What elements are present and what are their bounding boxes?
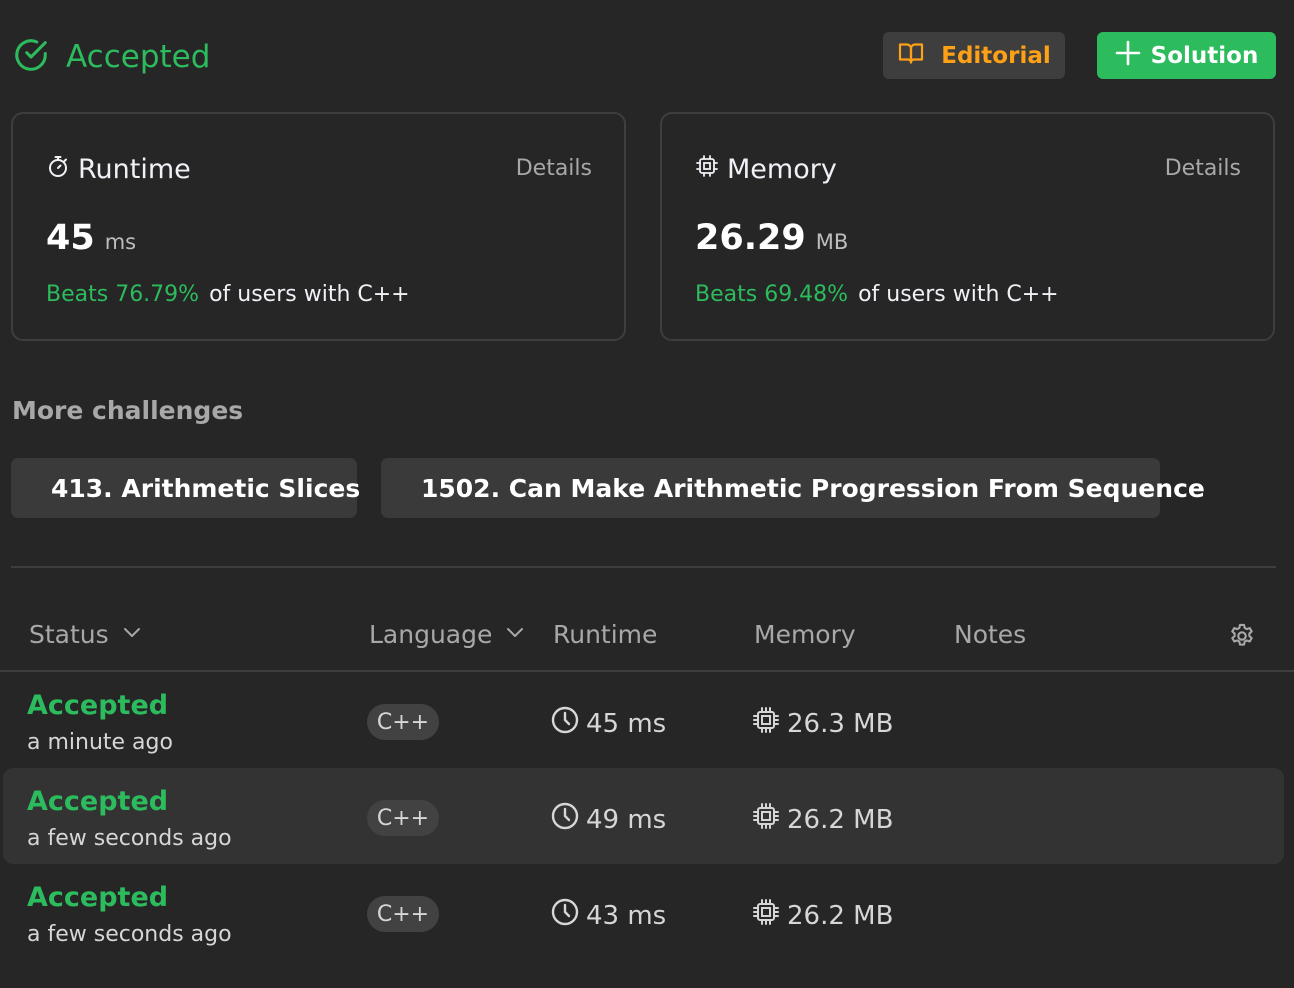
runtime-column-header: Runtime [553,620,658,649]
runtime-card-title: Runtime [46,154,191,185]
more-challenges-title: More challenges [12,396,244,425]
add-solution-button[interactable]: Solution [1097,32,1276,79]
row-runtime-value: 45 ms [586,708,667,739]
clock-icon [550,801,586,838]
row-runtime: 49 ms [550,801,666,838]
row-status[interactable]: Accepted [27,882,168,913]
book-open-icon [897,39,941,73]
challenge-label: 1502. Can Make Arithmetic Progression Fr… [421,473,1205,503]
runtime-details-link[interactable]: Details [516,156,592,181]
editorial-label: Editorial [941,42,1051,69]
memory-column-header: Memory [754,620,856,649]
row-runtime: 43 ms [550,897,666,934]
memory-value: 26.29 MB [695,218,848,258]
language-header-label: Language [369,620,493,649]
row-memory-value: 26.2 MB [787,900,894,931]
runtime-beats: Beats 76.79% of users with C++ [46,282,410,307]
row-memory: 26.2 MB [751,897,893,934]
memory-card-title: Memory [695,154,837,185]
runtime-unit: ms [104,230,137,254]
divider [11,566,1276,568]
cpu-chip-icon [751,897,787,934]
row-status[interactable]: Accepted [27,786,168,817]
submission-result-page: Accepted Editorial Solution Runtime Deta… [0,0,1294,988]
row-memory: 26.3 MB [751,705,893,742]
row-memory-value: 26.2 MB [787,804,894,835]
row-time: a minute ago [27,730,173,755]
row-runtime: 45 ms [550,705,666,742]
row-runtime-value: 43 ms [586,900,667,931]
row-time: a few seconds ago [27,922,232,947]
challenge-chip[interactable]: 413. Arithmetic Slices [11,458,361,518]
runtime-card-label: Runtime [78,154,191,185]
language-column-header[interactable]: Language [369,620,526,649]
check-circle-icon [12,36,50,78]
status-label: Accepted [66,39,211,75]
table-row[interactable]: Accepted a few seconds ago C++ 49 ms 26.… [3,768,1284,864]
row-memory-value: 26.3 MB [787,708,894,739]
memory-beats-percent: Beats 69.48% [695,282,849,307]
chevron-down-icon [109,620,143,649]
result-header: Accepted Editorial Solution [12,32,1276,80]
challenge-chip[interactable]: 1502. Can Make Arithmetic Progression Fr… [381,458,1205,518]
chevron-down-icon [492,620,526,649]
runtime-card[interactable]: Runtime Details 45 ms Beats 76.79% of use… [11,112,626,341]
cpu-chip-icon [751,801,787,838]
challenge-label: 413. Arithmetic Slices [51,473,361,503]
memory-details-link[interactable]: Details [1165,156,1241,181]
plus-icon [1115,40,1151,72]
status-column-header[interactable]: Status [29,620,143,649]
submissions-table-header: Status Language Runtime Memory Notes [0,600,1294,672]
runtime-beats-suffix: of users with C++ [209,282,410,307]
memory-beats-suffix: of users with C++ [858,282,1059,307]
row-status[interactable]: Accepted [27,690,168,721]
gear-icon[interactable] [1228,622,1256,650]
table-row[interactable]: Accepted a few seconds ago C++ 43 ms 26.… [3,864,1284,960]
row-time: a few seconds ago [27,826,232,851]
clock-icon [550,705,586,742]
language-badge: C++ [367,896,439,932]
notes-column-header: Notes [954,620,1027,649]
cpu-chip-icon [751,705,787,742]
solution-label: Solution [1150,42,1259,69]
status-header-label: Status [29,620,109,649]
runtime-value: 45 ms [46,218,136,258]
memory-card[interactable]: Memory Details 26.29 MB Beats 69.48% of u… [660,112,1275,341]
language-badge: C++ [367,704,439,740]
table-row[interactable]: Accepted a minute ago C++ 45 ms 26.3 MB [3,672,1284,768]
stopwatch-icon [46,154,78,185]
clock-icon [550,897,586,934]
memory-number: 26.29 [695,218,806,258]
runtime-beats-percent: Beats 76.79% [46,282,200,307]
editorial-button[interactable]: Editorial [883,32,1065,79]
language-badge: C++ [367,800,439,836]
memory-beats: Beats 69.48% of users with C++ [695,282,1059,307]
memory-card-label: Memory [727,154,837,185]
memory-unit: MB [815,230,849,254]
cpu-chip-icon [695,154,727,185]
row-memory: 26.2 MB [751,801,893,838]
runtime-number: 45 [46,218,95,258]
row-runtime-value: 49 ms [586,804,667,835]
status-title: Accepted [12,36,210,78]
